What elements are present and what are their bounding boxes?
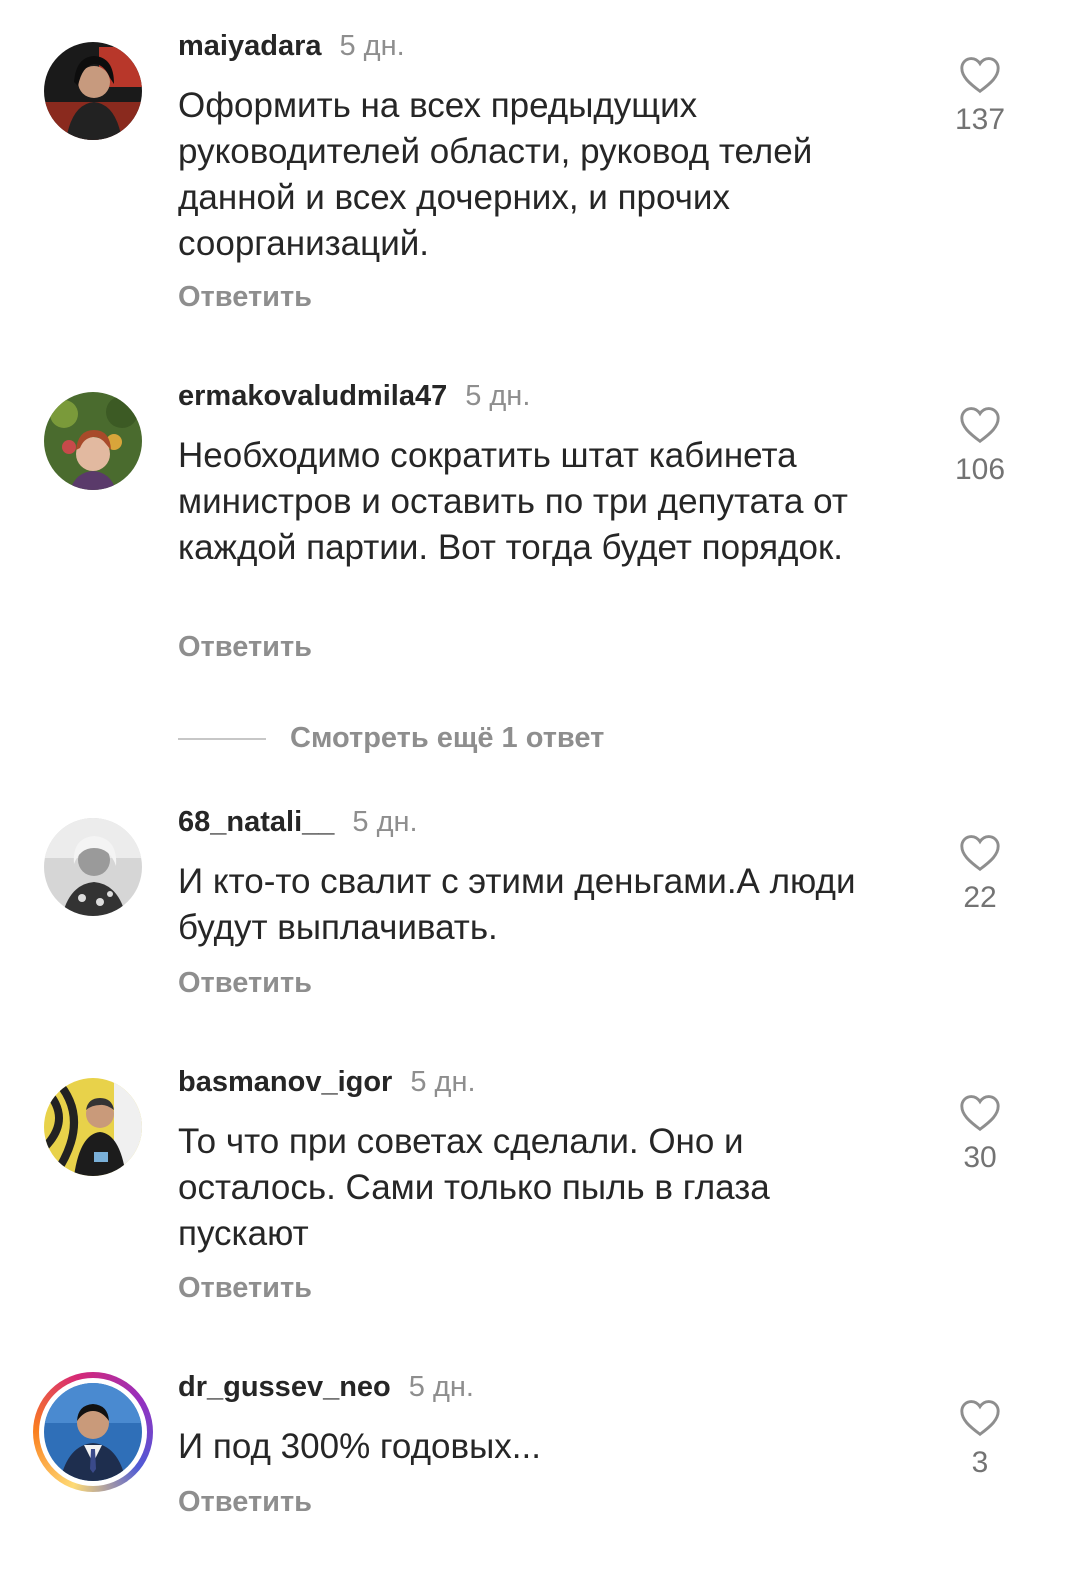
like-button[interactable]: 22 [940,832,1020,916]
heart-icon[interactable] [958,832,1002,872]
reply-button[interactable]: Ответить [178,629,312,665]
avatar-image [44,818,142,916]
comment-meta: 68_natali__ 5 дн. [178,804,418,840]
divider-line [178,737,266,740]
like-button[interactable]: 30 [940,1092,1020,1176]
heart-icon[interactable] [958,54,1002,94]
comment-text: То что при советах сделали. Оно и остало… [178,1122,770,1253]
timestamp: 5 дн. [408,1371,474,1403]
reply-button[interactable]: Ответить [178,1270,312,1306]
timestamp: 5 дн. [339,30,405,62]
avatar-image [44,42,142,140]
comment-meta: dr_gussev_neo 5 дн. [178,1369,474,1405]
username[interactable]: ermakovaludmila47 [178,380,447,412]
timestamp: 5 дн. [410,1066,476,1098]
avatar[interactable] [44,818,142,916]
timestamp: 5 дн. [352,806,418,838]
like-count: 137 [954,103,1006,136]
heart-icon[interactable] [958,404,1002,444]
like-button[interactable]: 106 [940,404,1020,488]
reply-button[interactable]: Ответить [178,279,312,315]
like-button[interactable]: 3 [940,1397,1020,1481]
avatar-image [44,392,142,490]
username[interactable]: basmanov_igor [178,1066,392,1098]
avatar-image [44,1383,142,1481]
like-button[interactable]: 137 [940,54,1020,138]
heart-icon[interactable] [958,1092,1002,1132]
avatar-ring-gap [39,1378,147,1486]
comment-text: Необходимо сократить штат кабинета минис… [178,436,848,567]
like-count: 22 [963,881,997,914]
reply-button[interactable]: Ответить [178,965,312,1001]
comment-text: И кто-то свалит с этими деньгами.А люди … [178,862,856,947]
comment-meta: ermakovaludmila47 5 дн. [178,378,530,414]
comment-text: И под 300% годовых... [178,1427,541,1466]
like-count: 106 [954,453,1006,486]
comment-meta: maiyadara 5 дн. [178,28,405,64]
username[interactable]: 68_natali__ [178,806,334,838]
like-count: 3 [971,1446,989,1479]
view-more-replies[interactable]: Смотреть ещё 1 ответ [178,722,604,758]
comment-text: Оформить на всех предыдущих руководителе… [178,86,813,263]
avatar[interactable] [44,42,142,140]
avatar-story-ring[interactable] [33,1372,153,1492]
avatar [44,1383,142,1481]
avatar[interactable] [44,1078,142,1176]
like-count: 30 [963,1141,997,1174]
avatar[interactable] [44,392,142,490]
username[interactable]: dr_gussev_neo [178,1371,391,1403]
heart-icon[interactable] [958,1397,1002,1437]
username[interactable]: maiyadara [178,30,322,62]
comment-meta: basmanov_igor 5 дн. [178,1064,476,1100]
timestamp: 5 дн. [465,380,531,412]
view-more-label[interactable]: Смотреть ещё 1 ответ [290,722,604,754]
reply-button[interactable]: Ответить [178,1484,312,1520]
avatar-image [44,1078,142,1176]
